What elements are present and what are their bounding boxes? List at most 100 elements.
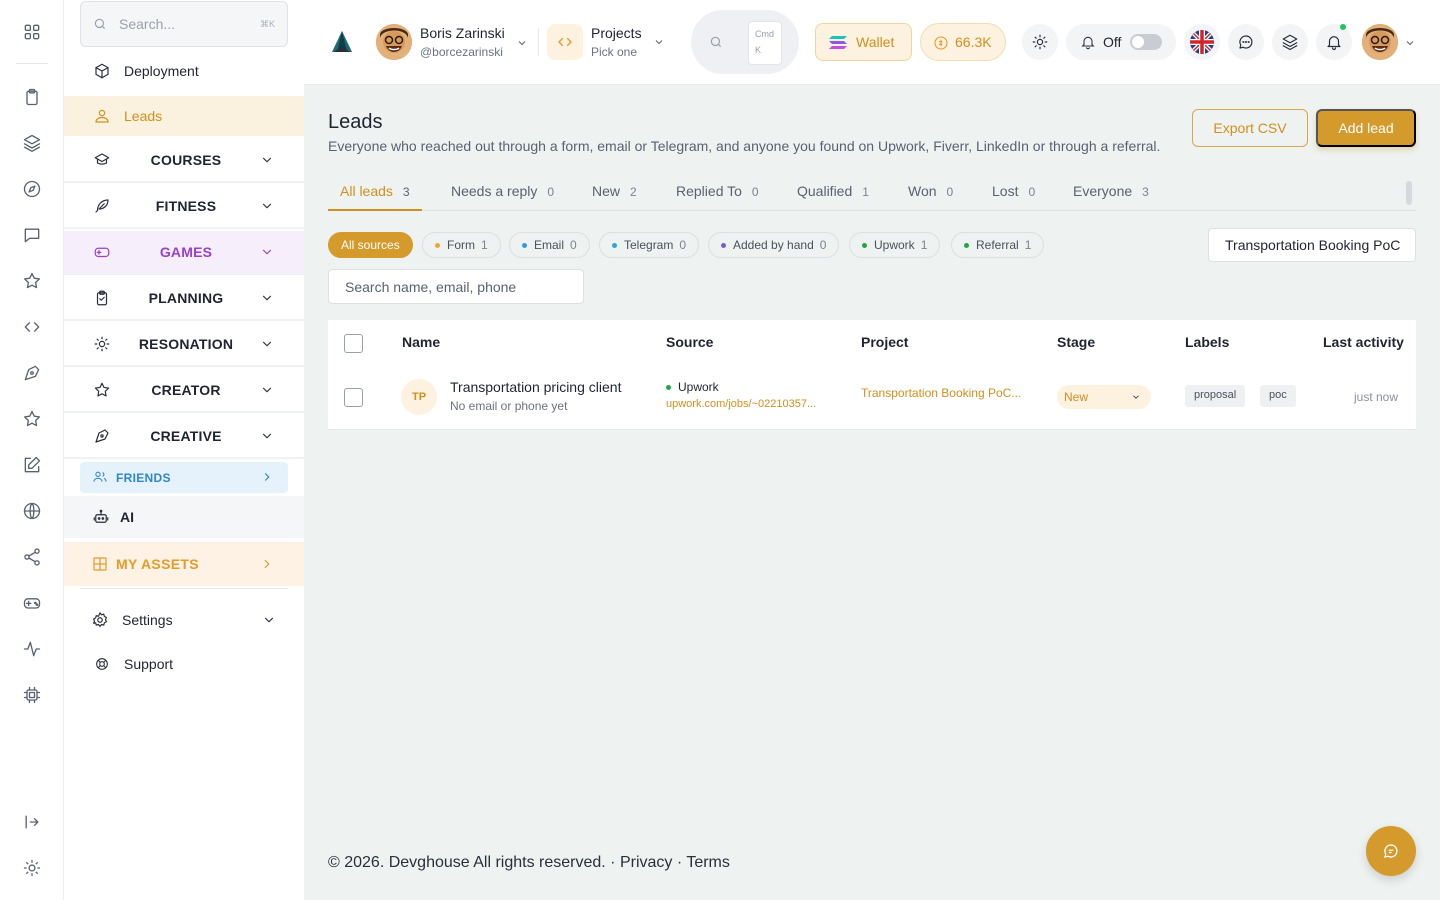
row-checkbox[interactable] (344, 388, 363, 407)
label-tag[interactable]: proposal (1185, 385, 1246, 407)
column-header-project[interactable]: Project (861, 334, 908, 350)
column-header-source[interactable]: Source (666, 334, 713, 350)
language-button[interactable] (1184, 24, 1220, 60)
sidebar-item-label: Settings (122, 612, 173, 628)
sidebar-item-support[interactable]: Support (64, 644, 304, 684)
project-link[interactable]: Transportation Booking PoC... (861, 386, 1021, 400)
apps-grid-icon[interactable] (20, 20, 44, 44)
layers-icon[interactable] (20, 131, 44, 155)
projects-title[interactable]: Projects (591, 25, 642, 41)
shortcut-line-1: Cmd (755, 29, 775, 39)
collapse-sidebar-icon[interactable] (20, 810, 44, 834)
star-icon[interactable] (20, 269, 44, 293)
sidebar-group-resonation[interactable]: RESONATION (64, 323, 304, 367)
source-chip-upwork[interactable]: Upwork 1 (849, 232, 941, 258)
tab-all-leads[interactable]: All leads 3 (328, 171, 422, 211)
app-logo[interactable] (328, 28, 356, 56)
sidebar-search[interactable]: Search... ⌘K (80, 1, 288, 47)
sidebar-group-creator[interactable]: CREATOR (64, 369, 304, 413)
tab-count: 0 (1028, 185, 1036, 199)
source-chip-referral[interactable]: Referral 1 (951, 232, 1045, 258)
edit-icon[interactable] (20, 453, 44, 477)
source-chip-added-by-hand[interactable]: Added by hand 0 (708, 232, 840, 258)
tab-everyone[interactable]: Everyone 3 (1061, 171, 1161, 211)
tab-lost[interactable]: Lost 0 (980, 171, 1047, 211)
source-chip-form[interactable]: Form 1 (422, 232, 501, 258)
select-all-checkbox[interactable] (344, 334, 363, 353)
lead-search-input[interactable] (328, 269, 584, 304)
add-lead-button[interactable]: Add lead (1316, 109, 1416, 147)
tab-count: 3 (402, 185, 410, 199)
sidebar-group-courses[interactable]: COURSES (64, 139, 304, 183)
user-avatar[interactable] (376, 24, 412, 60)
column-header-last-activity[interactable]: Last activity (1323, 334, 1404, 350)
sidebar-item-my-assets[interactable]: MY ASSETS (64, 542, 304, 586)
sidebar-group-creative[interactable]: CREATIVE (64, 415, 304, 459)
command-search[interactable]: Cmd K (691, 10, 799, 74)
label-tag[interactable]: poc (1260, 385, 1296, 407)
tab-new[interactable]: New 2 (580, 171, 649, 211)
message-square-icon[interactable] (20, 223, 44, 247)
coins-balance[interactable]: 66.3K (920, 23, 1006, 61)
source-chip-email[interactable]: Email 0 (509, 232, 590, 258)
stage-select[interactable]: New (1057, 385, 1151, 409)
sidebar-item-friends[interactable]: FRIENDS (80, 462, 288, 493)
tabs-scrollbar[interactable] (1406, 181, 1412, 205)
column-header-stage[interactable]: Stage (1057, 334, 1095, 350)
tab-label: All leads (340, 183, 393, 199)
sidebar-group-planning[interactable]: PLANNING (64, 277, 304, 321)
lead-name[interactable]: Transportation pricing client (450, 379, 621, 395)
sidebar-group-fitness[interactable]: FITNESS (64, 185, 304, 229)
cpu-icon[interactable] (20, 683, 44, 707)
profile-avatar[interactable] (1362, 24, 1398, 60)
tab-won[interactable]: Won 0 (896, 171, 965, 211)
column-header-labels[interactable]: Labels (1185, 334, 1229, 350)
code-icon[interactable] (547, 24, 583, 60)
sidebar-item-deployment[interactable]: Deployment (64, 50, 304, 92)
sidebar-item-ai[interactable]: AI (64, 496, 304, 538)
source-dot (435, 242, 440, 248)
project-filter-select[interactable]: Transportation Booking PoC (1208, 228, 1416, 262)
clipboard-icon[interactable] (20, 85, 44, 109)
messages-button[interactable] (1228, 24, 1264, 60)
sidebar-item-leads[interactable]: Leads (64, 96, 304, 136)
box-icon (92, 61, 112, 81)
chevron-down-icon[interactable] (1404, 37, 1416, 49)
chat-fab-button[interactable] (1366, 826, 1416, 876)
theme-toggle-button[interactable] (1022, 24, 1058, 60)
theme-sun-icon[interactable] (20, 856, 44, 880)
gamepad-icon[interactable] (20, 591, 44, 615)
pen-tool-icon[interactable] (20, 361, 44, 385)
chip-count: 0 (819, 238, 827, 252)
source-chip-telegram[interactable]: Telegram 0 (599, 232, 700, 258)
star-outline-icon[interactable] (20, 407, 44, 431)
chevron-down-icon[interactable] (516, 37, 528, 49)
source-dot (522, 242, 527, 248)
toggle-switch[interactable] (1130, 34, 1162, 50)
chevron-down-icon[interactable] (653, 36, 665, 48)
sidebar-item-settings[interactable]: Settings (64, 600, 304, 640)
source-link[interactable]: upwork.com/jobs/~02210357... (666, 398, 816, 410)
code-icon[interactable] (20, 315, 44, 339)
stack-button[interactable] (1272, 24, 1308, 60)
source-chip-all[interactable]: All sources (328, 232, 413, 258)
column-header-name[interactable]: Name (402, 334, 440, 350)
user-name[interactable]: Boris Zarinski (420, 25, 505, 41)
wallet-button[interactable]: Wallet (815, 23, 912, 61)
tab-needs-a-reply[interactable]: Needs a reply 0 (439, 171, 566, 211)
sidebar-group-games[interactable]: GAMES (64, 231, 304, 275)
share-icon[interactable] (20, 545, 44, 569)
tab-replied-to[interactable]: Replied To 0 (664, 171, 771, 211)
chip-label: Upwork (874, 238, 915, 252)
icon-rail (0, 0, 64, 900)
activity-icon[interactable] (20, 637, 44, 661)
compass-icon[interactable] (20, 177, 44, 201)
notifications-button[interactable] (1316, 24, 1352, 60)
export-csv-button[interactable]: Export CSV (1192, 109, 1308, 147)
globe-icon[interactable] (20, 499, 44, 523)
robot-icon (91, 507, 111, 527)
notifications-toggle[interactable]: Off (1066, 24, 1176, 60)
chevron-down-icon (260, 383, 274, 397)
tab-qualified[interactable]: Qualified 1 (785, 171, 881, 211)
chip-label: Form (447, 238, 475, 252)
